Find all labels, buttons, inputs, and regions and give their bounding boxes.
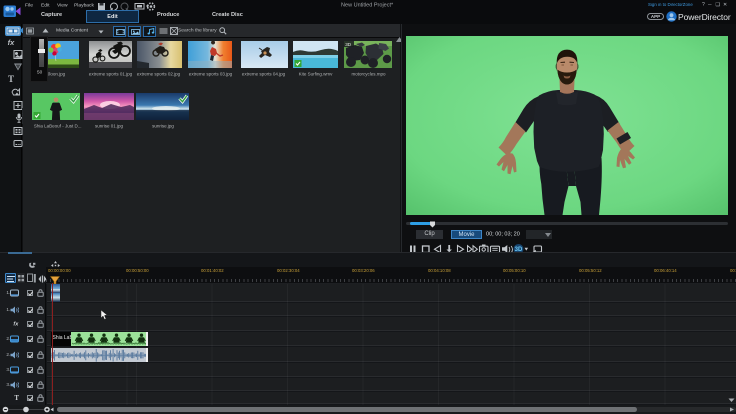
svg-text:3D: 3D [345,42,352,47]
